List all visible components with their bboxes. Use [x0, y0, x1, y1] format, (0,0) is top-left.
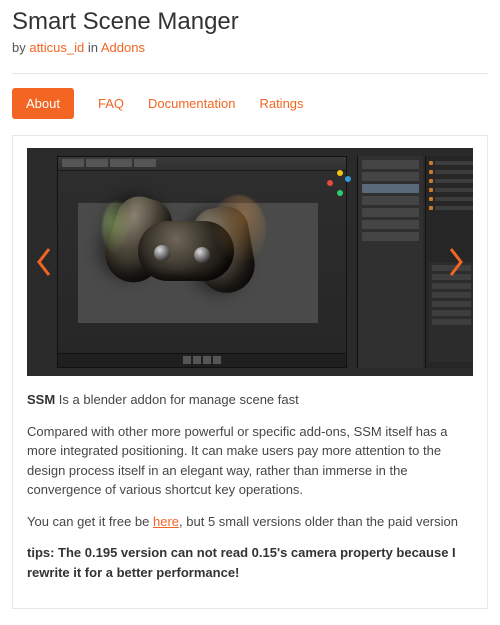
carousel-prev-button[interactable] — [31, 242, 57, 282]
image-carousel — [27, 148, 473, 376]
tab-bar: About FAQ Documentation Ratings — [12, 88, 488, 119]
timeline-bar — [58, 353, 346, 367]
in-word: in — [84, 40, 101, 55]
lead-paragraph: SSM Is a blender addon for manage scene … — [27, 390, 473, 410]
n-panel-mock — [357, 156, 423, 368]
tips-paragraph: tips: The 0.195 version can not read 0.1… — [27, 543, 473, 582]
author-link[interactable]: atticus_id — [29, 40, 84, 55]
para3-post: , but 5 small versions older than the pa… — [179, 514, 458, 529]
divider — [12, 73, 488, 74]
lead-bold: SSM — [27, 392, 55, 407]
paragraph-2: Compared with other more powerful or spe… — [27, 422, 473, 500]
para3-pre: You can get it free be — [27, 514, 153, 529]
editor-viewport-mock — [57, 156, 347, 368]
description: SSM Is a blender addon for manage scene … — [27, 390, 473, 582]
carousel-next-button[interactable] — [443, 242, 469, 282]
nav-gizmo-icon — [327, 170, 355, 198]
tab-about[interactable]: About — [12, 88, 74, 119]
viewport-topbar — [58, 157, 346, 171]
lead-rest: Is a blender addon for manage scene fast — [55, 392, 299, 407]
byline: by atticus_id in Addons — [12, 40, 488, 55]
controller-model — [110, 193, 260, 301]
free-link[interactable]: here — [153, 514, 179, 529]
tab-ratings[interactable]: Ratings — [259, 88, 303, 119]
tips-bold: tips: The 0.195 version can not read 0.1… — [27, 545, 456, 580]
chevron-left-icon — [35, 247, 53, 277]
category-link[interactable]: Addons — [101, 40, 145, 55]
tab-faq[interactable]: FAQ — [98, 88, 124, 119]
page-title: Smart Scene Manger — [12, 8, 488, 36]
paragraph-3: You can get it free be here, but 5 small… — [27, 512, 473, 532]
chevron-right-icon — [447, 247, 465, 277]
tab-documentation[interactable]: Documentation — [148, 88, 235, 119]
by-prefix: by — [12, 40, 29, 55]
content-card: SSM Is a blender addon for manage scene … — [12, 135, 488, 609]
